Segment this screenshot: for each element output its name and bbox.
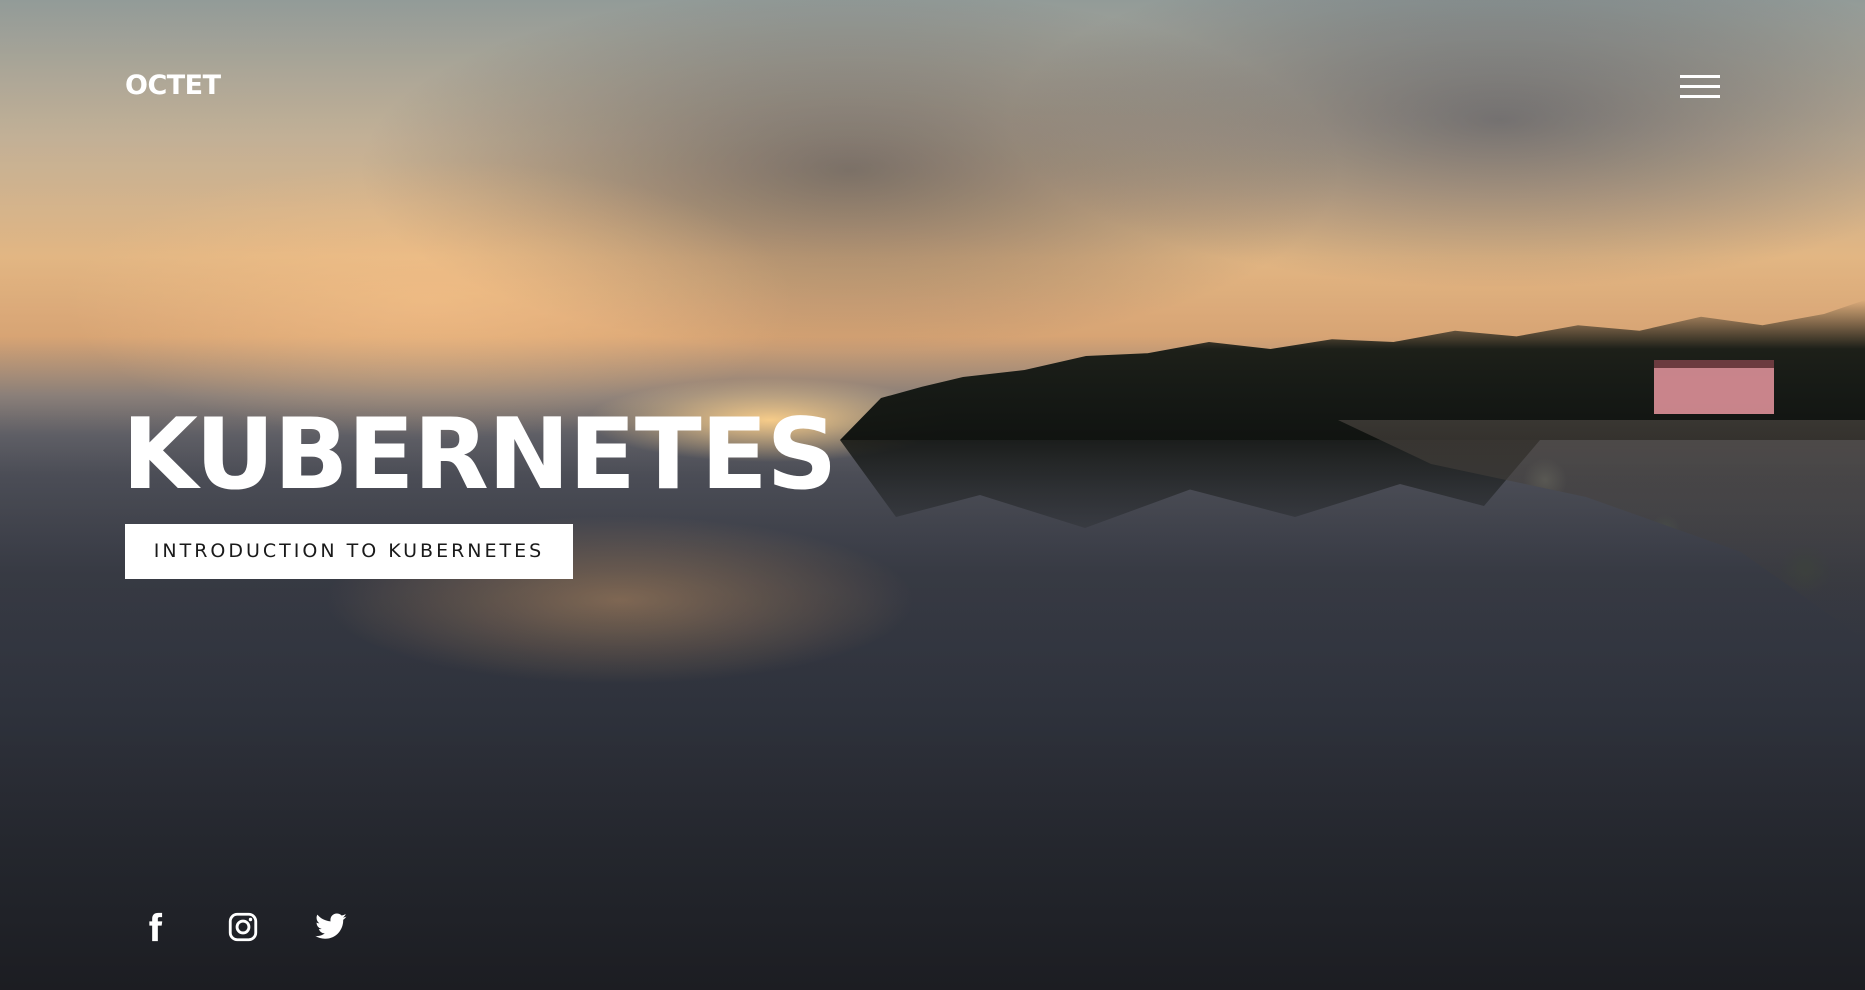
hamburger-menu-icon[interactable]	[1680, 72, 1720, 102]
site-logo[interactable]: OCTET	[125, 70, 221, 101]
facebook-icon[interactable]	[138, 910, 172, 944]
instagram-icon[interactable]	[226, 910, 260, 944]
menu-bar	[1680, 75, 1720, 78]
social-links	[138, 910, 348, 944]
hero-title: KUBERNETES	[122, 398, 837, 512]
menu-bar	[1680, 95, 1720, 98]
hero-section: OCTET KUBERNETES INTRODUCTION TO KUBERNE…	[0, 0, 1865, 990]
twitter-icon[interactable]	[314, 910, 348, 944]
menu-bar	[1680, 85, 1720, 88]
intro-kubernetes-button[interactable]: INTRODUCTION TO KUBERNETES	[125, 524, 573, 579]
